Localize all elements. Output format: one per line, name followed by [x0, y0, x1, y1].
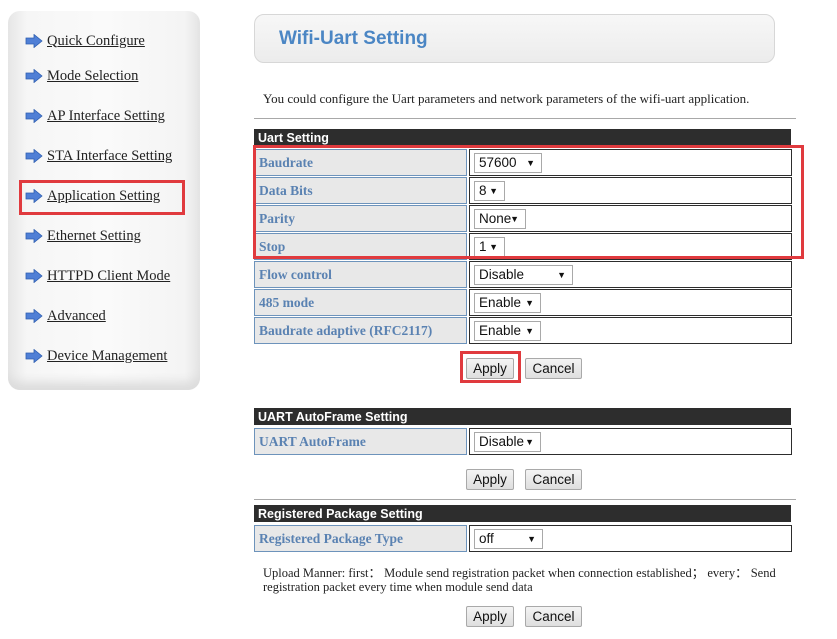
uart-apply-button[interactable]: Apply — [466, 358, 514, 379]
caret-down-icon: ▼ — [489, 242, 498, 252]
row-parity: Parity None ▼ — [254, 205, 792, 232]
select-value: 1 — [479, 239, 487, 254]
baudrate-select[interactable]: 57600 ▼ — [474, 153, 542, 173]
sidebar-item-label: Device Management — [47, 347, 168, 364]
caret-down-icon: ▼ — [525, 298, 534, 308]
field-value-cell: Disable ▼ — [469, 428, 792, 455]
page-title: Wifi-Uart Setting — [279, 28, 428, 49]
upload-manner-note: Upload Manner: first： Module send regist… — [263, 566, 776, 594]
sidebar-item-httpd-client-mode[interactable]: HTTPD Client Mode — [25, 265, 170, 287]
autoframe-select[interactable]: Disable ▼ — [474, 432, 541, 452]
row-stop: Stop 1 ▼ — [254, 233, 792, 260]
row-baudrate: Baudrate 57600 ▼ — [254, 149, 792, 176]
field-label: Flow control — [254, 261, 467, 288]
divider — [254, 499, 796, 500]
arrow-right-icon — [25, 309, 43, 323]
stop-select[interactable]: 1 ▼ — [474, 237, 505, 257]
row-flow-control: Flow control Disable ▼ — [254, 261, 792, 288]
field-label: Registered Package Type — [254, 525, 467, 552]
section-title-uart: Uart Setting — [254, 129, 791, 146]
select-value: 57600 — [479, 155, 517, 170]
select-value: Disable — [479, 434, 525, 449]
arrow-right-icon — [25, 349, 43, 363]
field-label: Stop — [254, 233, 467, 260]
sidebar-item-mode-selection[interactable]: Mode Selection — [25, 65, 138, 87]
row-data-bits: Data Bits 8 ▼ — [254, 177, 792, 204]
field-value-cell: 57600 ▼ — [469, 149, 792, 176]
flow-control-select[interactable]: Disable ▼ — [474, 265, 573, 285]
caret-down-icon: ▼ — [526, 158, 535, 168]
caret-down-icon: ▼ — [527, 534, 536, 544]
divider — [254, 118, 796, 119]
sidebar-item-label: Quick Configure — [47, 32, 145, 49]
field-value-cell: 1 ▼ — [469, 233, 792, 260]
field-value-cell: None ▼ — [469, 205, 792, 232]
field-value-cell: Enable ▼ — [469, 289, 792, 316]
arrow-right-icon — [25, 69, 43, 83]
field-value-cell: Disable ▼ — [469, 261, 792, 288]
arrow-right-icon — [25, 109, 43, 123]
caret-down-icon: ▼ — [510, 214, 519, 224]
field-label: Parity — [254, 205, 467, 232]
row-baudrate-adaptive: Baudrate adaptive (RFC2117) Enable ▼ — [254, 317, 792, 344]
field-value-cell: 8 ▼ — [469, 177, 792, 204]
sidebar-item-ap-interface[interactable]: AP Interface Setting — [25, 105, 165, 127]
section-title-registered-package: Registered Package Setting — [254, 505, 791, 522]
sidebar-item-sta-interface[interactable]: STA Interface Setting — [25, 145, 172, 167]
field-value-cell: Enable ▼ — [469, 317, 792, 344]
sidebar-item-label: Advanced — [47, 307, 106, 324]
select-value: 8 — [479, 183, 487, 198]
arrow-right-icon — [25, 229, 43, 243]
data-bits-select[interactable]: 8 ▼ — [474, 181, 505, 201]
regpkg-apply-button[interactable]: Apply — [466, 606, 514, 627]
row-485-mode: 485 mode Enable ▼ — [254, 289, 792, 316]
sidebar-item-label: STA Interface Setting — [47, 147, 173, 164]
sidebar-item-label: HTTPD Client Mode — [47, 267, 171, 284]
field-label: Data Bits — [254, 177, 467, 204]
select-value: None — [479, 211, 512, 226]
page-header: Wifi-Uart Setting — [254, 14, 775, 63]
select-value: Disable — [479, 267, 525, 282]
registered-package-type-select[interactable]: off ▼ — [474, 529, 543, 549]
select-value: Enable — [479, 295, 522, 310]
arrow-right-icon — [25, 189, 43, 203]
field-value-cell: off ▼ — [469, 525, 792, 552]
sidebar-item-application-setting[interactable]: Application Setting — [25, 185, 160, 207]
regpkg-cancel-button[interactable]: Cancel — [525, 606, 582, 627]
arrow-right-icon — [25, 269, 43, 283]
sidebar-item-device-management[interactable]: Device Management — [25, 345, 167, 367]
autoframe-apply-button[interactable]: Apply — [466, 469, 514, 490]
uart-cancel-button[interactable]: Cancel — [525, 358, 582, 379]
sidebar-item-label: Ethernet Setting — [47, 227, 141, 244]
autoframe-cancel-button[interactable]: Cancel — [525, 469, 582, 490]
sidebar-item-quick-configure[interactable]: Quick Configure — [25, 30, 145, 52]
sidebar-item-label: Application Setting — [47, 187, 161, 204]
row-uart-autoframe: UART AutoFrame Disable ▼ — [254, 428, 792, 455]
sidebar-item-ethernet-setting[interactable]: Ethernet Setting — [25, 225, 141, 247]
baudrate-adaptive-select[interactable]: Enable ▼ — [474, 321, 541, 341]
485-mode-select[interactable]: Enable ▼ — [474, 293, 541, 313]
intro-text: You could configure the Uart parameters … — [263, 91, 750, 106]
caret-down-icon: ▼ — [489, 186, 498, 196]
select-value: off — [479, 531, 494, 546]
row-registered-package-type: Registered Package Type off ▼ — [254, 525, 792, 552]
arrow-right-icon — [25, 149, 43, 163]
select-value: Enable — [479, 323, 522, 338]
sidebar-item-label: Mode Selection — [47, 67, 139, 84]
field-label: Baudrate — [254, 149, 467, 176]
field-label: Baudrate adaptive (RFC2117) — [254, 317, 467, 344]
section-title-autoframe: UART AutoFrame Setting — [254, 408, 791, 425]
sidebar-item-label: AP Interface Setting — [47, 107, 165, 124]
caret-down-icon: ▼ — [525, 437, 534, 447]
field-label: 485 mode — [254, 289, 467, 316]
sidebar-item-advanced[interactable]: Advanced — [25, 305, 106, 327]
caret-down-icon: ▼ — [525, 326, 534, 336]
arrow-right-icon — [25, 34, 43, 48]
field-label: UART AutoFrame — [254, 428, 467, 455]
caret-down-icon: ▼ — [557, 270, 566, 280]
parity-select[interactable]: None ▼ — [474, 209, 526, 229]
